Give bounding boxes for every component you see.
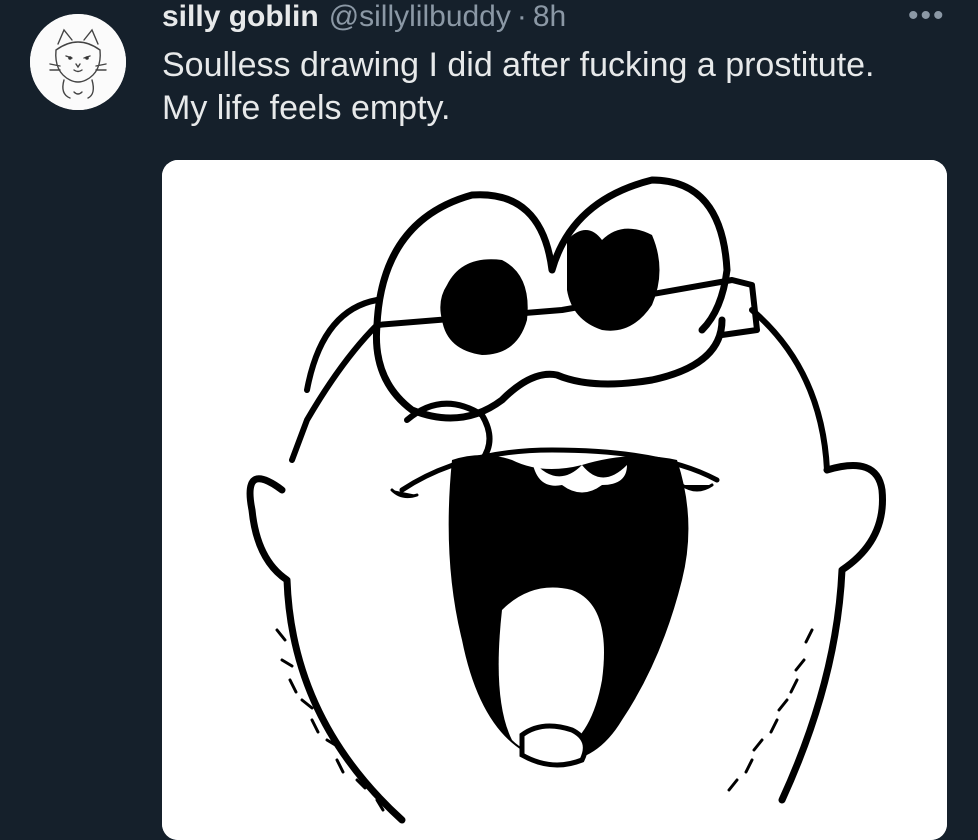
author-name[interactable]: silly goblin xyxy=(162,0,319,34)
tweet-header: silly goblin @sillylilbuddy · 8h xyxy=(162,0,566,34)
author-handle[interactable]: @sillylilbuddy xyxy=(329,0,511,34)
more-options-icon[interactable]: ••• xyxy=(908,1,948,31)
cartoon-face-drawing-icon xyxy=(162,160,947,840)
timestamp[interactable]: 8h xyxy=(533,0,566,34)
separator-dot: · xyxy=(516,0,527,33)
avatar[interactable] xyxy=(30,14,126,110)
tweet-media-image[interactable] xyxy=(162,160,947,840)
cat-sketch-avatar-icon xyxy=(30,14,126,110)
tweet-text: Soulless drawing I did after fucking a p… xyxy=(162,46,875,127)
